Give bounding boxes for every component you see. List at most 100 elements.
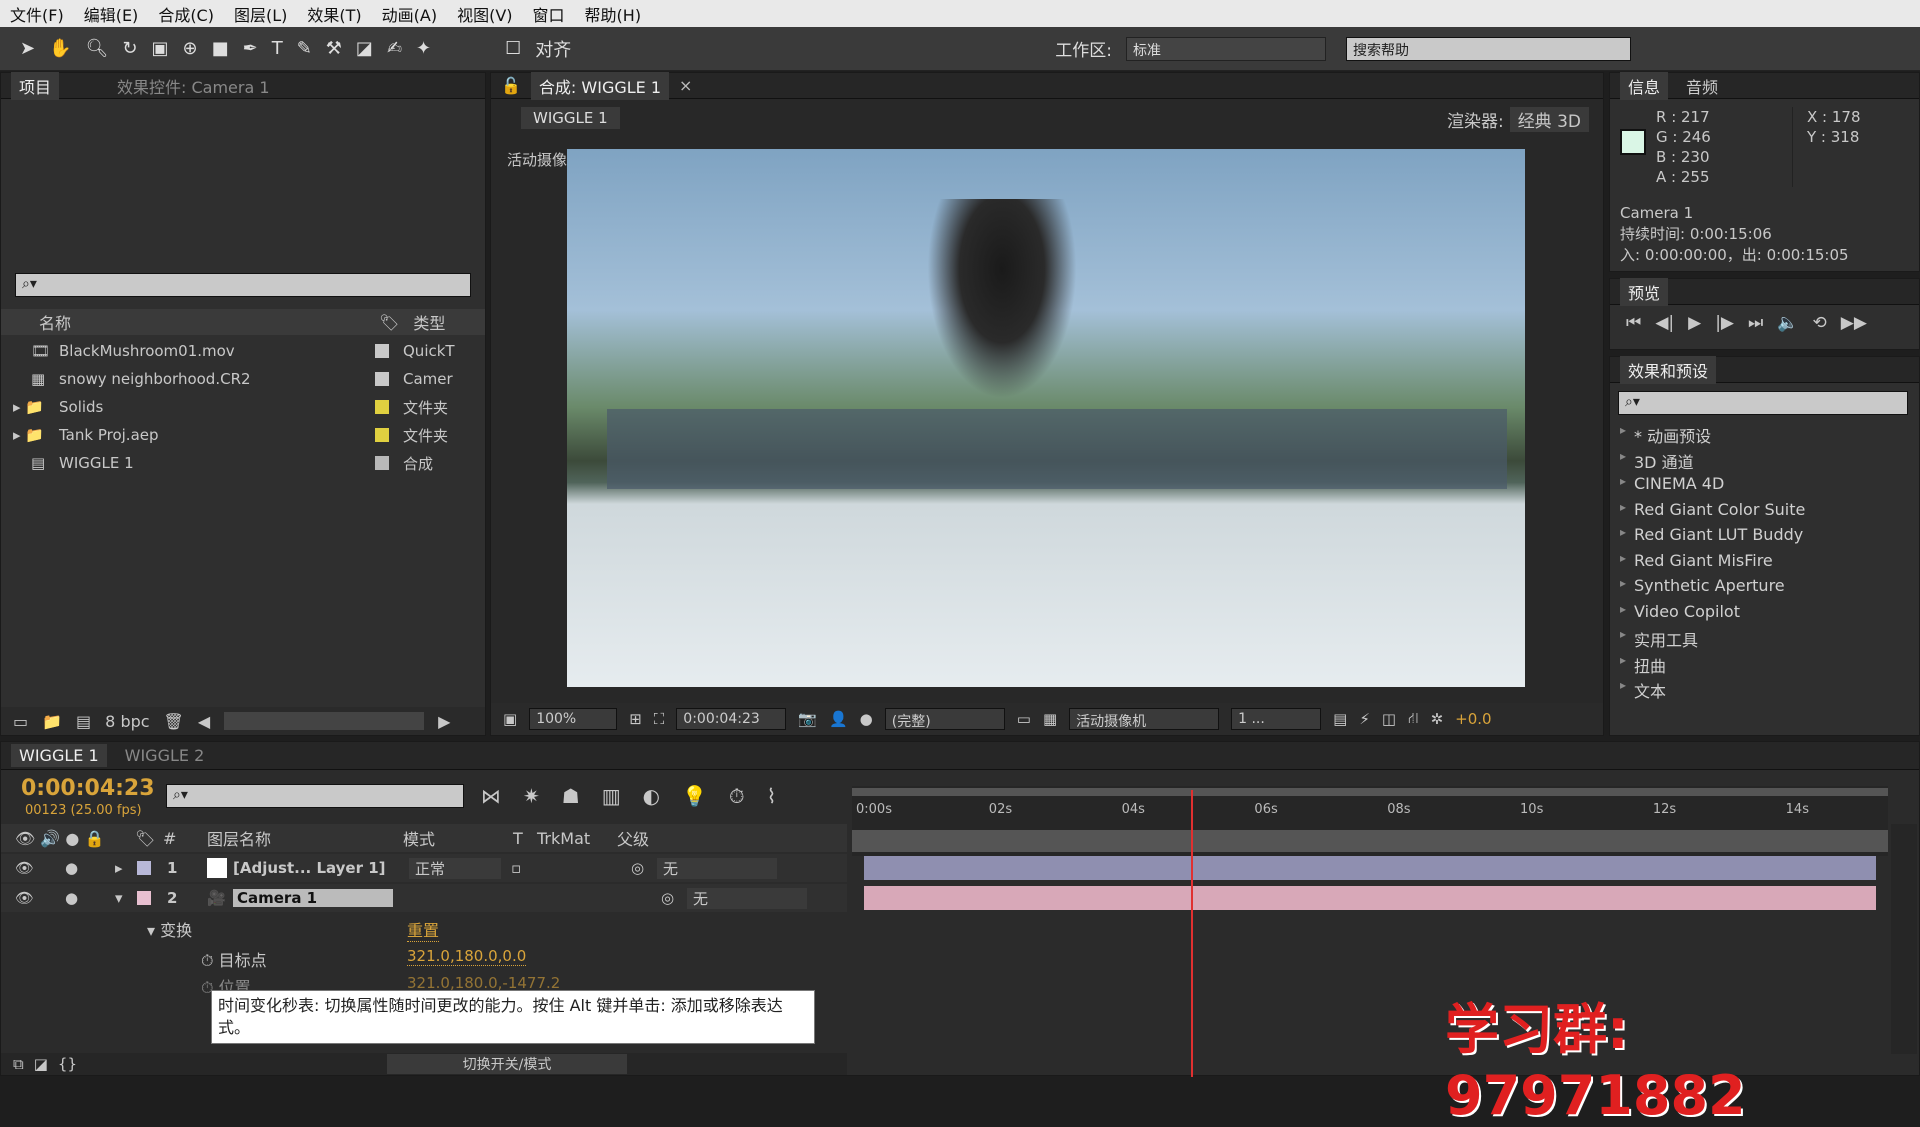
menu-window[interactable]: 窗口	[533, 2, 565, 26]
layer-label-color[interactable]	[137, 891, 151, 905]
current-timecode[interactable]: 0:00:04:23	[21, 776, 155, 801]
exposure-icon[interactable]: ✲	[1431, 710, 1444, 728]
scroll-left-icon[interactable]: ◀	[198, 712, 210, 731]
exposure-value[interactable]: +0.0	[1455, 710, 1491, 728]
visibility-icon[interactable]: 👁	[15, 889, 65, 907]
tab-preview[interactable]: 预览	[1620, 277, 1669, 306]
effects-item[interactable]: Red Giant LUT Buddy	[1610, 525, 1919, 551]
frame-blending-icon[interactable]: ▥	[602, 784, 621, 808]
timeline-icon[interactable]: ◫	[1382, 710, 1396, 728]
parent-select[interactable]: 无	[687, 887, 807, 909]
first-frame-icon[interactable]: ⏮	[1626, 313, 1641, 333]
hand-tool-icon[interactable]: ✋	[49, 38, 71, 59]
horizontal-scrollbar[interactable]	[224, 712, 425, 730]
tab-audio[interactable]: 音频	[1678, 72, 1726, 100]
tab-effects-presets[interactable]: 效果和预设	[1620, 355, 1717, 384]
layer-bar-adjustment[interactable]	[864, 856, 1876, 880]
menu-effect[interactable]: 效果(T)	[307, 2, 361, 26]
new-folder-icon[interactable]: 📁	[42, 712, 62, 731]
layer-name[interactable]: [Adjust... Layer 1]	[233, 859, 409, 877]
pickwhip-icon[interactable]: ◎	[631, 859, 657, 877]
tab-wiggle-2[interactable]: WIGGLE 2	[117, 744, 213, 767]
next-frame-icon[interactable]: |▶	[1715, 313, 1734, 333]
last-frame-icon[interactable]: ⏭	[1748, 313, 1763, 333]
renderer-button[interactable]: 经典 3D	[1509, 107, 1589, 132]
close-icon[interactable]: ×	[679, 76, 692, 95]
viewer-frame[interactable]	[567, 149, 1525, 687]
col-parent[interactable]: 父级	[617, 826, 649, 850]
eraser-tool-icon[interactable]: ◪	[356, 38, 373, 59]
parent-select[interactable]: 无	[657, 857, 777, 879]
roto-brush-tool-icon[interactable]: ✍	[387, 38, 402, 59]
expand-icon[interactable]: ▾	[147, 921, 155, 940]
fast-previews-icon[interactable]: ⚡	[1359, 710, 1370, 728]
menu-composition[interactable]: 合成(C)	[158, 2, 214, 26]
col-trkmat[interactable]: TrkMat	[537, 829, 617, 848]
menu-file[interactable]: 文件(F)	[10, 2, 64, 26]
effects-item[interactable]: 实用工具	[1610, 627, 1919, 653]
ram-preview-icon[interactable]: ▶▶	[1841, 313, 1867, 333]
project-item[interactable]: ▦ snowy neighborhood.CR2 Camer	[1, 365, 461, 393]
comp-breadcrumb[interactable]: WIGGLE 1	[521, 107, 620, 129]
mode-select[interactable]: 正常	[409, 857, 501, 879]
effects-item[interactable]: CINEMA 4D	[1610, 474, 1919, 500]
project-item[interactable]: ▸ 📁 Tank Proj.aep 文件夹	[1, 421, 461, 449]
rotate-tool-icon[interactable]: ↻	[122, 38, 137, 59]
menu-layer[interactable]: 图层(L)	[234, 2, 287, 26]
tab-info[interactable]: 信息	[1620, 71, 1669, 100]
layer-name[interactable]: Camera 1	[233, 889, 393, 907]
play-icon[interactable]: ▶	[1688, 313, 1701, 333]
reset-link[interactable]: 重置	[407, 917, 440, 942]
effects-item[interactable]: 扭曲	[1610, 653, 1919, 679]
effects-item[interactable]: 文本	[1610, 678, 1919, 704]
puppet-tool-icon[interactable]: ✦	[416, 38, 431, 59]
menu-edit[interactable]: 编辑(E)	[84, 2, 139, 26]
stopwatch-icon[interactable]: ⏱	[201, 951, 213, 970]
pen-tool-icon[interactable]: ✒	[243, 38, 258, 59]
draft-3d-icon[interactable]: ✷	[523, 784, 540, 808]
col-mode[interactable]: 模式	[403, 826, 513, 850]
poi-value[interactable]: 321.0,180.0,0.0	[407, 947, 527, 966]
project-item[interactable]: ▸ 📁 Solids 文件夹	[1, 393, 461, 421]
col-name[interactable]: 名称	[39, 310, 379, 334]
project-item[interactable]: ▤ WIGGLE 1 合成	[1, 449, 461, 477]
safe-zones-icon[interactable]: ⛶	[654, 710, 665, 728]
shy-icon[interactable]: ☗	[562, 784, 580, 808]
project-item[interactable]: 🎞 BlackMushroom01.mov QuickT	[1, 337, 461, 365]
layer-row[interactable]: 👁 ● ▸ 1 [Adjust... Layer 1] 正常 ▫ ◎ 无	[1, 854, 847, 882]
color-channels-icon[interactable]: ●	[860, 710, 873, 728]
snapshot-icon[interactable]: 📷	[798, 710, 817, 728]
layer-switches-icon[interactable]: ⧉	[13, 1055, 24, 1073]
motion-blur-icon[interactable]: ◐	[643, 784, 660, 808]
clone-stamp-tool-icon[interactable]: ⚒	[326, 38, 342, 59]
effects-item[interactable]: 3D 通道	[1610, 449, 1919, 475]
rectangle-tool-icon[interactable]: ■	[212, 38, 229, 59]
time-navigator[interactable]	[852, 830, 1888, 852]
timecode-field[interactable]: 0:00:04:23	[676, 708, 787, 730]
selection-tool-icon[interactable]: ➤	[20, 38, 35, 59]
previous-frame-icon[interactable]: ◀|	[1655, 313, 1674, 333]
effects-item[interactable]: Red Giant MisFire	[1610, 551, 1919, 577]
trkmat-box[interactable]: ▫	[501, 859, 631, 877]
solo-icon[interactable]: ●	[65, 889, 115, 907]
layer-bar-camera[interactable]	[864, 886, 1876, 910]
auto-keyframe-icon[interactable]: ⏱	[729, 784, 745, 808]
align-checkbox[interactable]: ☐	[505, 38, 521, 59]
scroll-right-icon[interactable]: ▶	[438, 712, 450, 731]
roi-icon[interactable]: ▭	[1017, 710, 1031, 728]
collapse-icon[interactable]: ▾	[115, 889, 137, 907]
transfer-controls-icon[interactable]: ◪	[34, 1055, 48, 1073]
zoom-select[interactable]: 100%	[529, 708, 618, 730]
solo-icon[interactable]: ●	[65, 859, 115, 877]
toggle-switches-modes-button[interactable]: 切换开关/模式	[387, 1054, 627, 1074]
effects-item[interactable]: Synthetic Aperture	[1610, 576, 1919, 602]
time-ruler[interactable]: 0:00s 02s 04s 06s 08s 10s 12s 14s	[852, 786, 1888, 856]
workspace-select[interactable]: 标准	[1126, 36, 1326, 61]
tab-effect-controls[interactable]: 效果控件: Camera 1	[109, 72, 278, 100]
preview-toggle-icon[interactable]: ▣	[503, 710, 517, 728]
flowchart-icon[interactable]: ⛙	[1408, 709, 1419, 729]
new-composition-icon[interactable]: ▤	[76, 712, 91, 731]
toggle-pixel-icon[interactable]: ▤	[1333, 710, 1347, 728]
in-out-icon[interactable]: {}	[58, 1055, 77, 1073]
visibility-icon[interactable]: 👁	[15, 859, 65, 877]
